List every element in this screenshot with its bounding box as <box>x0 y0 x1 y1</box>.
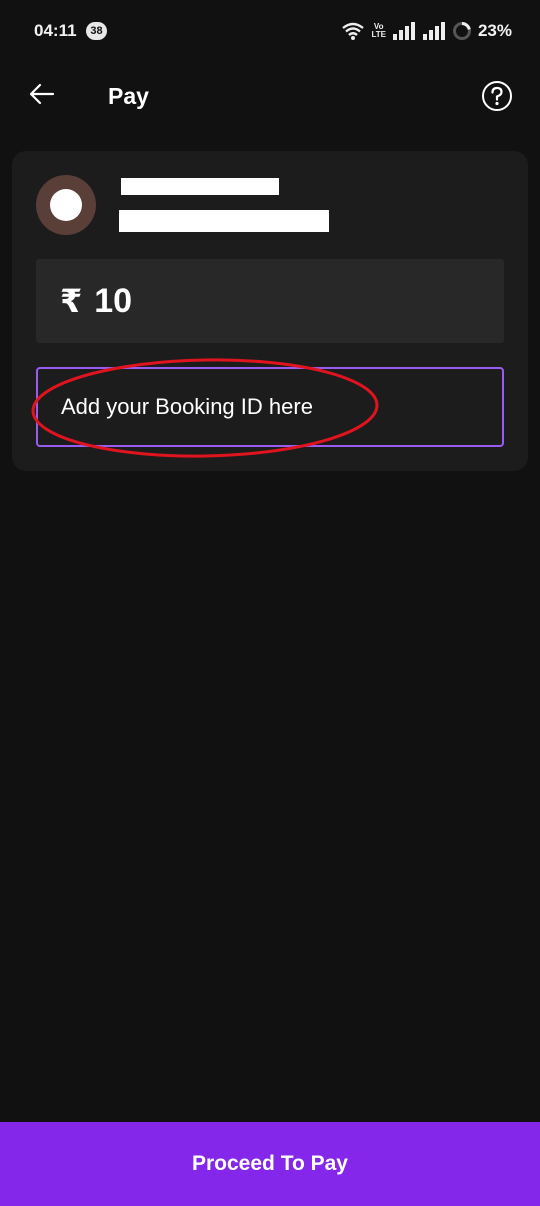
app-header: Pay <box>0 64 540 128</box>
amount-value: 10 <box>94 281 133 320</box>
battery-percent: 23% <box>477 21 512 40</box>
payee-id-redacted <box>119 210 329 232</box>
status-bar: 04:11 38 Vo LTE 23% <box>0 0 540 64</box>
status-icons: Vo LTE 23% <box>341 18 512 44</box>
back-button[interactable] <box>26 78 58 110</box>
wifi-icon <box>342 22 365 40</box>
proceed-to-pay-button[interactable]: Proceed To Pay <box>0 1122 540 1206</box>
help-button[interactable] <box>481 80 513 112</box>
amount-display[interactable]: ₹ 10 <box>36 259 504 343</box>
payment-card: ₹ 10 <box>12 151 528 471</box>
payee-name-redacted <box>121 178 279 195</box>
booking-id-input[interactable] <box>36 367 504 447</box>
volte-label-bottom: LTE <box>371 30 386 39</box>
status-time: 04:11 <box>34 21 77 40</box>
signal-strength-icon <box>392 22 415 40</box>
battery-ring-icon <box>452 22 471 40</box>
payee-avatar <box>36 175 96 235</box>
currency-symbol: ₹ <box>60 283 83 319</box>
notification-count-badge: 38 <box>86 22 107 40</box>
page-title: Pay <box>108 83 149 109</box>
arrow-left-icon <box>29 83 55 105</box>
volte-indicator: Vo LTE <box>371 23 386 39</box>
signal-strength-icon <box>422 22 445 40</box>
question-circle-icon <box>482 81 512 111</box>
